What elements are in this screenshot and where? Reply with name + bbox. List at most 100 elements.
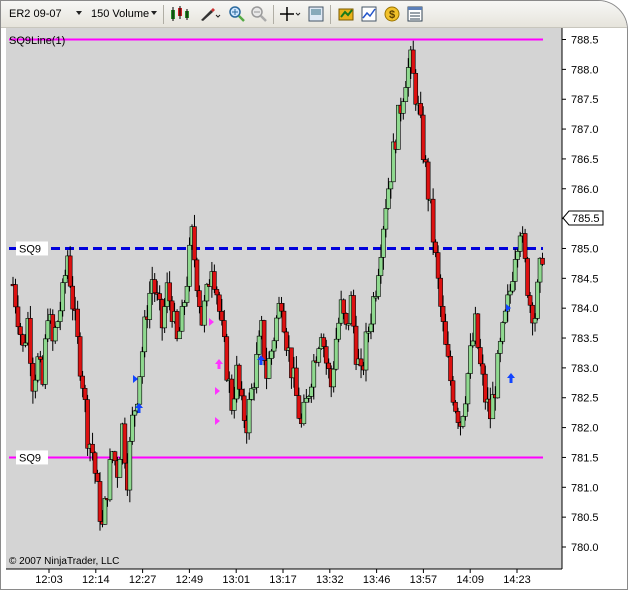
candle-down (77, 336, 83, 377)
candle-down (480, 363, 486, 375)
candle-up (33, 379, 38, 392)
candle-up (179, 306, 185, 332)
candle-down (294, 367, 299, 396)
y-tick-label: 785.0 (571, 243, 599, 255)
candle-up (127, 441, 133, 491)
candle-down (75, 308, 80, 337)
candle-down (15, 306, 21, 328)
candle-down (197, 290, 202, 307)
candle-up (535, 281, 540, 319)
candle-up (137, 376, 143, 405)
candle-down (522, 233, 528, 259)
candle-up (62, 275, 68, 283)
candle-down (97, 481, 103, 522)
candle-down (420, 114, 426, 160)
candle-up (495, 353, 501, 399)
candle-down (423, 159, 428, 163)
x-tick-label: 12:49 (176, 574, 204, 586)
candle-up (107, 459, 113, 501)
candle-down (13, 284, 18, 308)
candle-up (532, 318, 538, 324)
candle-up (202, 300, 207, 326)
candle-down (478, 347, 483, 365)
candle-up (383, 208, 389, 230)
candle-up (45, 320, 51, 340)
candle-down (455, 411, 461, 423)
candle-up (130, 414, 135, 442)
candle-up (256, 335, 262, 355)
candle-up (246, 399, 252, 434)
x-tick-label: 12:03 (35, 574, 63, 586)
candle-down (194, 259, 200, 292)
candle-up (316, 348, 322, 363)
y-tick-label: 780.5 (571, 512, 599, 524)
candle-up (304, 397, 309, 403)
candle-up (386, 188, 391, 209)
y-tick-label: 784.5 (571, 273, 599, 285)
candle-up (512, 259, 518, 282)
current-price-marker: 785.5 (562, 210, 604, 226)
candle-up (311, 360, 317, 388)
candle-up (102, 498, 108, 525)
candle-up (515, 251, 520, 260)
candle-up (274, 317, 279, 342)
candle-up (460, 416, 466, 427)
candle-up (517, 235, 523, 252)
candle-up (500, 322, 506, 342)
x-tick-label: 13:46 (363, 574, 391, 586)
x-tick-label: 13:32 (316, 574, 344, 586)
candle-up (43, 338, 48, 385)
candle-down (450, 380, 456, 403)
candle-up (35, 356, 41, 381)
chart-window: ER2 09-07 150 Volume $ 788.5 788.0 787.5… (0, 0, 628, 590)
candle-down (525, 258, 530, 296)
y-tick-label: 786.0 (571, 184, 599, 196)
candle-up (470, 340, 476, 347)
candle-down (527, 295, 533, 306)
y-tick-label: 786.5 (571, 154, 599, 166)
x-tick-label: 12:14 (82, 574, 110, 586)
candle-up (388, 181, 394, 190)
x-tick-label: 13:01 (222, 574, 250, 586)
candle-down (483, 373, 488, 403)
candle-up (57, 310, 63, 322)
candle-down (152, 279, 158, 294)
candle-down (67, 255, 73, 287)
candle-down (95, 472, 100, 482)
candle-down (296, 395, 302, 419)
candle-down (341, 299, 346, 314)
current-price-label: 785.5 (572, 213, 600, 225)
candle-down (448, 356, 453, 382)
candle-up (510, 281, 515, 292)
x-tick-label: 14:23 (503, 574, 531, 586)
candle-down (540, 257, 545, 265)
y-tick-label: 780.0 (571, 542, 599, 554)
x-tick-label: 12:27 (129, 574, 157, 586)
candle-down (157, 293, 162, 300)
candle-down (418, 103, 424, 116)
candle-down (430, 198, 436, 243)
candle-up (23, 342, 28, 346)
candle-down (90, 443, 95, 454)
price-chart[interactable]: 788.5 788.0 787.5 787.0 786.5 786.0 785.5 785.0… (1, 1, 628, 590)
candle-down (438, 277, 443, 307)
x-tick-label: 13:57 (410, 574, 438, 586)
candle-down (281, 310, 287, 333)
x-tick-label: 13:17 (269, 574, 297, 586)
y-tick-label: 782.0 (571, 423, 599, 435)
candle-down (261, 320, 267, 361)
candle-up (468, 345, 473, 374)
candle-up (177, 330, 182, 340)
x-tick-label: 14:09 (456, 574, 484, 586)
candle-up (162, 306, 167, 329)
candle-up (60, 282, 66, 312)
indicator-title: SQ9Line(1) (9, 35, 65, 47)
candle-up (187, 244, 192, 287)
candle-down (112, 451, 118, 462)
candle-up (497, 341, 503, 354)
candle-down (122, 423, 128, 464)
candle-down (445, 344, 451, 357)
candle-up (333, 338, 339, 370)
candle-down (214, 289, 220, 296)
candle-down (443, 321, 448, 345)
